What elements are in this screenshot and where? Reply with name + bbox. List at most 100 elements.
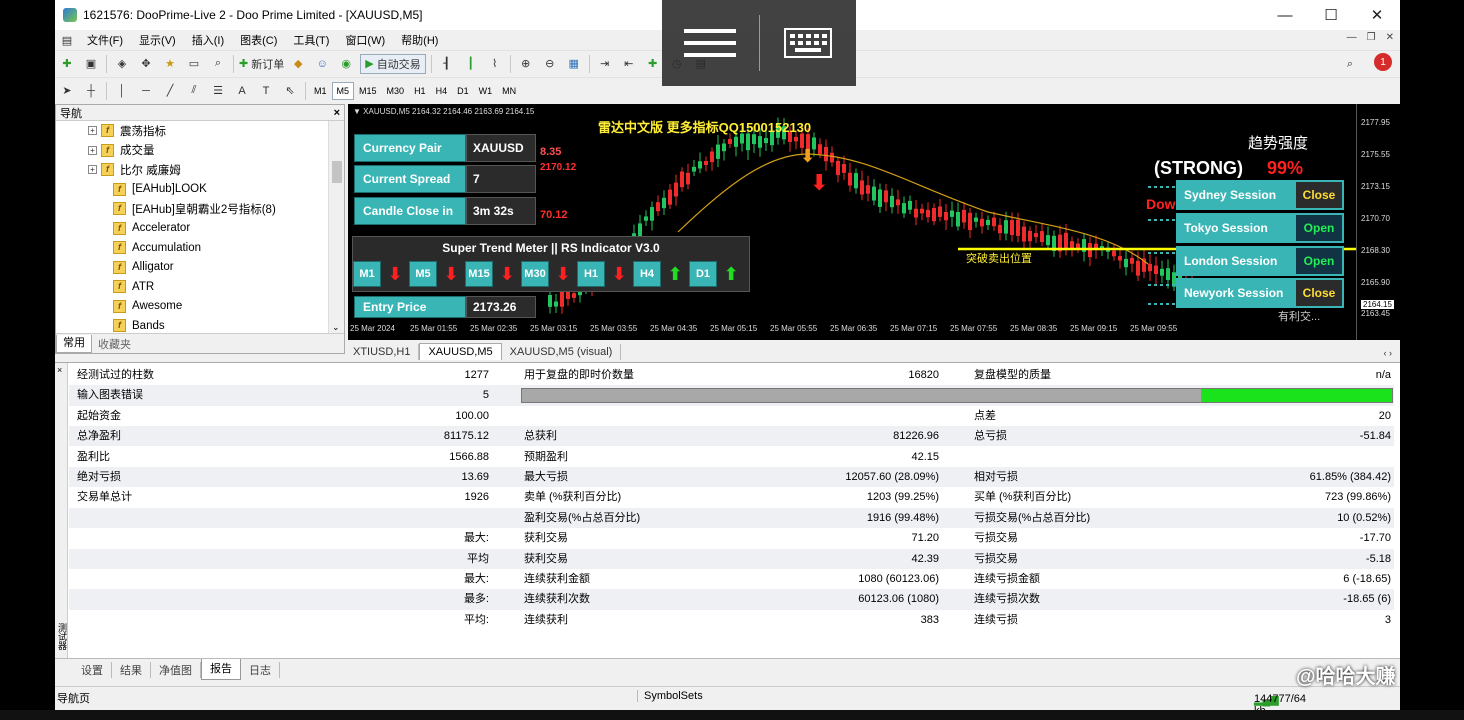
timeframe-m5[interactable]: M5: [331, 81, 355, 100]
tester-tab-report[interactable]: 报告: [201, 659, 241, 680]
navigator-item[interactable]: + f 成交量: [56, 141, 328, 161]
market-icon[interactable]: ◉: [336, 54, 356, 74]
indicator-icon: f: [101, 124, 114, 138]
expand-icon[interactable]: +: [88, 145, 97, 155]
menu-insert[interactable]: 插入(I): [184, 32, 232, 48]
cursor-icon[interactable]: ➤: [57, 81, 77, 101]
scroll-down-icon[interactable]: ⌄: [332, 322, 340, 333]
timeframe-h1[interactable]: H1: [409, 82, 431, 100]
menu-file[interactable]: 文件(F): [79, 32, 131, 48]
chart-tab-xtiusd[interactable]: XTIUSD,H1: [345, 344, 420, 360]
maximize-button[interactable]: ☐: [1308, 0, 1354, 30]
timeframe-mn[interactable]: MN: [497, 82, 521, 100]
report-cell: [1219, 447, 1391, 467]
expand-icon[interactable]: +: [88, 165, 97, 175]
timeframe-m1[interactable]: M1: [309, 82, 332, 100]
navigator-close-icon[interactable]: ×: [334, 107, 340, 119]
crosshair-icon[interactable]: ┼: [81, 81, 101, 101]
mdi-close-icon[interactable]: ✕: [1386, 32, 1394, 43]
navigator-item[interactable]: f Alligator: [56, 258, 328, 278]
label-icon[interactable]: T: [256, 81, 276, 101]
expand-icon[interactable]: +: [88, 126, 97, 136]
strategy-tester-icon[interactable]: ⌕: [208, 54, 228, 74]
close-button[interactable]: ✕: [1354, 0, 1400, 30]
navigator-item[interactable]: f Accelerator: [56, 219, 328, 239]
menu-tools[interactable]: 工具(T): [285, 32, 337, 48]
navigator-item[interactable]: f [EAHub]皇朝霸业2号指标(8): [56, 199, 328, 219]
new-chart-icon[interactable]: ✚: [57, 54, 77, 74]
menu-charts[interactable]: 图表(C): [232, 32, 285, 48]
data-window-icon[interactable]: ✥: [136, 54, 156, 74]
candle-body: [1004, 220, 1008, 234]
indicator-icon: f: [113, 202, 126, 216]
line-chart-icon[interactable]: ⌇: [485, 54, 505, 74]
tester-tab-journal[interactable]: 日志: [241, 661, 280, 678]
zoom-in-icon[interactable]: ⊕: [516, 54, 536, 74]
candlestick-icon[interactable]: ┃: [461, 54, 481, 74]
navigator-item[interactable]: f ATR: [56, 277, 328, 297]
search-icon[interactable]: ⌕: [1340, 54, 1360, 74]
timeframe-m15[interactable]: M15: [354, 82, 382, 100]
navigator-item[interactable]: + f 震荡指标: [56, 121, 328, 141]
keyboard-icon[interactable]: [760, 0, 857, 86]
scrollbar-thumb[interactable]: [332, 161, 342, 183]
text-icon[interactable]: A: [232, 81, 252, 101]
panel-pair-label: Currency Pair: [354, 134, 466, 162]
mdi-restore-icon[interactable]: ❐: [1367, 32, 1376, 43]
mdi-minimize-icon[interactable]: —: [1347, 32, 1357, 43]
price-chart[interactable]: ⬇ ⬇ ▼ XAUUSD,M5 2164.32 2164.46 2163.69 2…: [348, 104, 1400, 340]
market-watch-icon[interactable]: ◈: [112, 54, 132, 74]
zoom-out-icon[interactable]: ⊖: [540, 54, 560, 74]
navigator-list: + f 震荡指标 + f 成交量 + f 比尔 威廉姆 f [EAHub]LOOK f [EAHub]皇…: [56, 121, 328, 333]
fibonacci-icon[interactable]: ☰: [208, 81, 228, 101]
trendline-icon[interactable]: ╱: [160, 81, 180, 101]
tester-close-icon[interactable]: ×: [57, 365, 62, 375]
navigator-item[interactable]: f Bands: [56, 316, 328, 333]
progress-fill: [1200, 389, 1392, 403]
tab-common[interactable]: 常用: [56, 334, 92, 353]
horizontal-line-icon[interactable]: ─: [136, 81, 156, 101]
timeframe-w1[interactable]: W1: [474, 82, 498, 100]
vertical-line-icon[interactable]: │: [112, 81, 132, 101]
terminal-icon[interactable]: ▭: [184, 54, 204, 74]
tester-tab-settings[interactable]: 设置: [73, 661, 112, 678]
chart-tab-xauusd-visual[interactable]: XAUUSD,M5 (visual): [502, 344, 622, 360]
navigator-icon[interactable]: ★: [160, 54, 180, 74]
timeframe-d1[interactable]: D1: [452, 82, 474, 100]
bar-chart-icon[interactable]: ┨: [437, 54, 457, 74]
metaeditor-icon[interactable]: ◆: [288, 54, 308, 74]
tester-tab-results[interactable]: 结果: [112, 661, 151, 678]
new-order-button[interactable]: ✚ 新订单: [239, 54, 284, 74]
minimize-button[interactable]: —: [1262, 0, 1308, 30]
menu-icon[interactable]: [662, 0, 759, 86]
navigator-scrollbar[interactable]: ⌄: [328, 121, 344, 333]
notification-badge[interactable]: 1: [1374, 53, 1392, 71]
tester-tab-graph[interactable]: 净值图: [151, 661, 201, 678]
tile-windows-icon[interactable]: ▦: [564, 54, 584, 74]
navigator-item[interactable]: f [EAHub]LOOK: [56, 180, 328, 200]
tab-favorites[interactable]: 收藏夹: [92, 336, 137, 352]
chart-shift-icon[interactable]: ⇤: [619, 54, 639, 74]
candle-body: [842, 164, 846, 173]
tabs-scroll-icon[interactable]: ‹ ›: [1376, 346, 1401, 360]
menu-help[interactable]: 帮助(H): [393, 32, 446, 48]
timeframe-h4[interactable]: H4: [431, 82, 453, 100]
autotrade-button[interactable]: ▶ 自动交易: [360, 53, 426, 74]
community-icon[interactable]: ☺: [312, 54, 332, 74]
channel-icon[interactable]: ⫽: [184, 81, 204, 101]
menu-view[interactable]: 显示(V): [131, 32, 184, 48]
navigator-item[interactable]: f Accumulation: [56, 238, 328, 258]
stm-timeframe: M30: [521, 261, 549, 287]
menu-window[interactable]: 窗口(W): [337, 32, 393, 48]
navigator-item[interactable]: f Awesome: [56, 297, 328, 317]
candle-body: [1016, 219, 1020, 236]
auto-scroll-icon[interactable]: ⇥: [595, 54, 615, 74]
timeframe-m30[interactable]: M30: [382, 82, 410, 100]
arrows-icon[interactable]: ⇖: [280, 81, 300, 101]
app-menu-icon[interactable]: ▤: [57, 30, 77, 50]
indicators-icon[interactable]: ✚: [643, 54, 663, 74]
profiles-icon[interactable]: ▣: [81, 54, 101, 74]
navigator-item[interactable]: + f 比尔 威廉姆: [56, 160, 328, 180]
candle-body: [560, 291, 564, 307]
chart-tab-xauusd[interactable]: XAUUSD,M5: [419, 343, 502, 360]
